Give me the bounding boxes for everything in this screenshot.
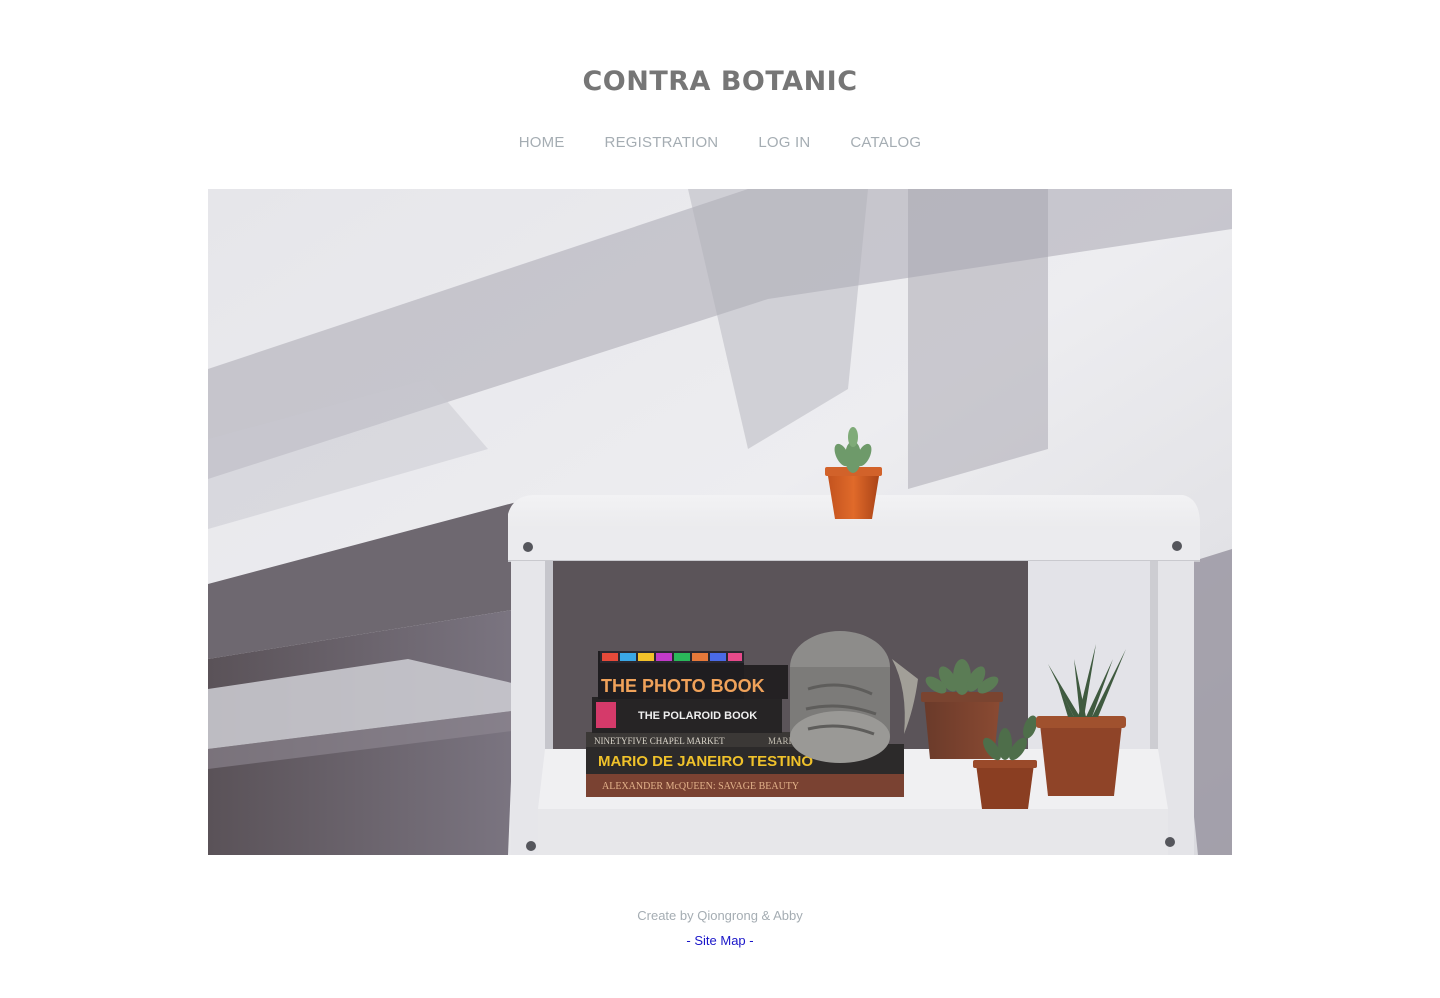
- site-title: CONTRA BOTANIC: [582, 66, 858, 97]
- site-map-link[interactable]: - Site Map -: [686, 933, 753, 948]
- book-spine-1: THE PHOTO BOOK: [601, 676, 765, 696]
- main-nav: HOME REGISTRATION LOG IN CATALOG: [0, 134, 1440, 151]
- nav-item-home[interactable]: HOME: [519, 134, 565, 151]
- nav-item-log-in[interactable]: LOG IN: [758, 134, 810, 151]
- book-spine-2: THE POLAROID BOOK: [638, 710, 757, 722]
- footer-sitemap: - Site Map -: [0, 933, 1440, 948]
- page: CONTRA BOTANIC HOME REGISTRATION LOG IN …: [0, 0, 1440, 998]
- nav-item-catalog[interactable]: CATALOG: [850, 134, 921, 151]
- footer-credit: Create by Qiongrong & Abby: [637, 908, 803, 923]
- book-spine-3: NINETYFIVE CHAPEL MARKET: [594, 736, 725, 746]
- book-spine-4: MARIO DE JANEIRO TESTINO: [598, 753, 813, 770]
- nav-item-registration[interactable]: REGISTRATION: [605, 134, 719, 151]
- book-spine-5: ALEXANDER McQUEEN: SAVAGE BEAUTY: [602, 781, 799, 792]
- hero-image: ALEXANDER McQUEEN: SAVAGE BEAUTY MARIO D…: [208, 189, 1232, 855]
- hero-photo-shelf-with-plants: ALEXANDER McQUEEN: SAVAGE BEAUTY MARIO D…: [208, 189, 1232, 855]
